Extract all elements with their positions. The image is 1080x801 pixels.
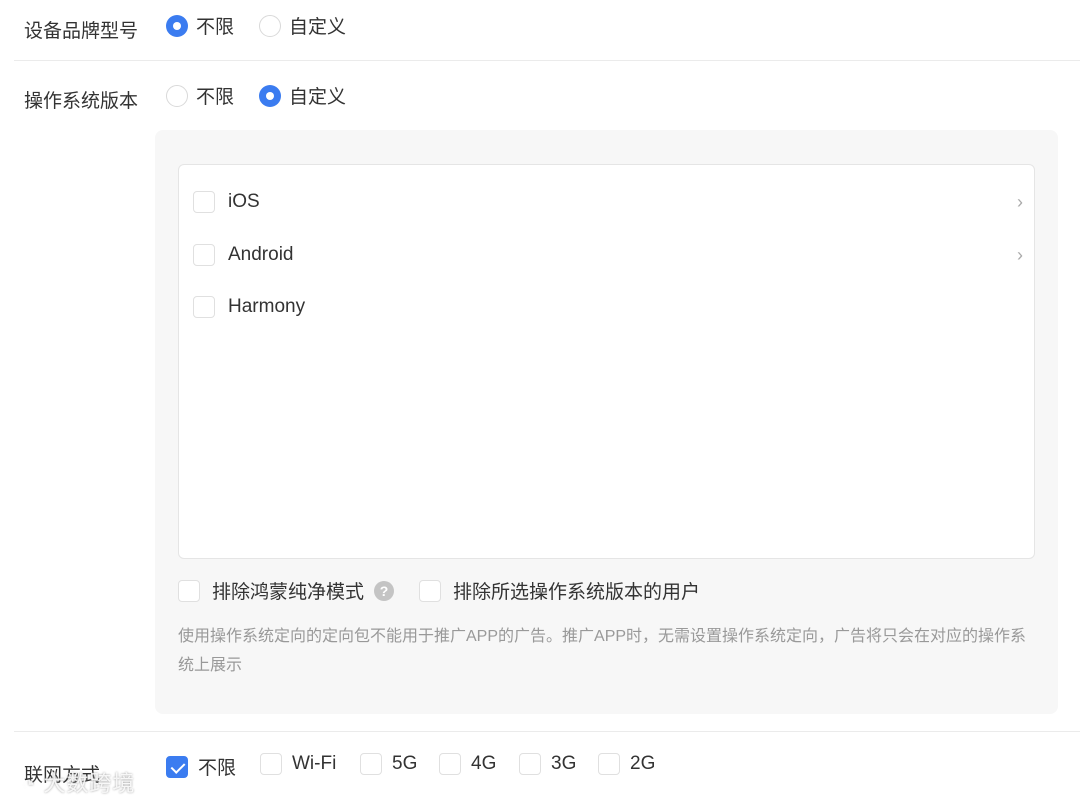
checkbox[interactable]	[193, 296, 215, 318]
checkbox[interactable]	[598, 753, 620, 775]
divider	[14, 60, 1080, 61]
checkbox-label: 排除所选操作系统版本的用户	[453, 582, 701, 603]
radio-label: 自定义	[289, 17, 347, 38]
device-brand-custom-radio[interactable]: 自定义	[259, 12, 346, 39]
device-brand-label: 设备品牌型号	[24, 21, 139, 42]
network-wifi-checkbox[interactable]: Wi-Fi	[260, 753, 336, 775]
os-label: iOS	[228, 191, 260, 212]
checkbox[interactable]	[419, 579, 441, 602]
checkbox[interactable]	[360, 753, 382, 775]
checkbox-label: 3G	[551, 753, 577, 774]
chevron-right-icon[interactable]: ›	[1017, 192, 1023, 213]
checkbox-label: 排除鸿蒙纯净模式	[212, 582, 365, 603]
checkbox[interactable]	[260, 753, 282, 775]
device-brand-unlimited-radio[interactable]: 不限	[166, 12, 234, 39]
radio-circle	[166, 14, 188, 37]
chevron-right-icon[interactable]: ›	[1017, 245, 1023, 266]
exclude-harmony-pure-checkbox[interactable]: 排除鸿蒙纯净模式?	[178, 577, 395, 604]
checkbox-label: 2G	[630, 753, 656, 774]
checkbox[interactable]	[178, 579, 200, 602]
os-label: Android	[228, 244, 294, 265]
radio-label: 不限	[196, 87, 235, 108]
help-icon[interactable]: ?	[374, 580, 395, 601]
checkbox[interactable]	[519, 753, 541, 775]
checkbox[interactable]	[439, 753, 461, 775]
checkbox[interactable]	[166, 755, 188, 778]
divider	[14, 731, 1080, 732]
checkbox-label: Wi-Fi	[292, 753, 337, 774]
watermark-logo: ◔ 大数跨境	[22, 771, 136, 796]
exclude-selected-os-checkbox[interactable]: 排除所选操作系统版本的用户	[419, 577, 700, 604]
checkbox-label: 4G	[471, 753, 497, 774]
checkbox-label: 5G	[392, 753, 418, 774]
os-version-label: 操作系统版本	[24, 91, 139, 112]
radio-label: 自定义	[289, 87, 347, 108]
os-item-ios[interactable]: iOS ›	[193, 191, 1023, 213]
radio-circle	[166, 84, 188, 107]
checkbox[interactable]	[193, 244, 215, 266]
network-5g-checkbox[interactable]: 5G	[360, 753, 417, 775]
network-2g-checkbox[interactable]: 2G	[598, 753, 655, 775]
os-note: 使用操作系统定向的定向包不能用于推广APP的广告。推广APP时，无需设置操作系统…	[178, 628, 1027, 674]
network-unlimited-checkbox[interactable]: 不限	[166, 753, 236, 780]
os-list-box: iOS › Android › Harmony	[178, 164, 1035, 559]
radio-circle	[259, 84, 281, 107]
network-3g-checkbox[interactable]: 3G	[519, 753, 576, 775]
os-unlimited-radio[interactable]: 不限	[166, 82, 234, 109]
os-item-harmony[interactable]: Harmony	[193, 296, 1023, 318]
radio-circle	[259, 14, 281, 37]
network-4g-checkbox[interactable]: 4G	[439, 753, 496, 775]
checkbox-label: 不限	[198, 758, 237, 779]
os-label: Harmony	[228, 296, 306, 317]
os-custom-radio[interactable]: 自定义	[259, 82, 346, 109]
radio-label: 不限	[196, 17, 235, 38]
os-custom-panel: iOS › Android › Harmony 排除鸿蒙纯净模式? 排除所选操作系统…	[155, 130, 1058, 714]
os-item-android[interactable]: Android ›	[193, 244, 1023, 266]
checkbox[interactable]	[193, 191, 215, 213]
